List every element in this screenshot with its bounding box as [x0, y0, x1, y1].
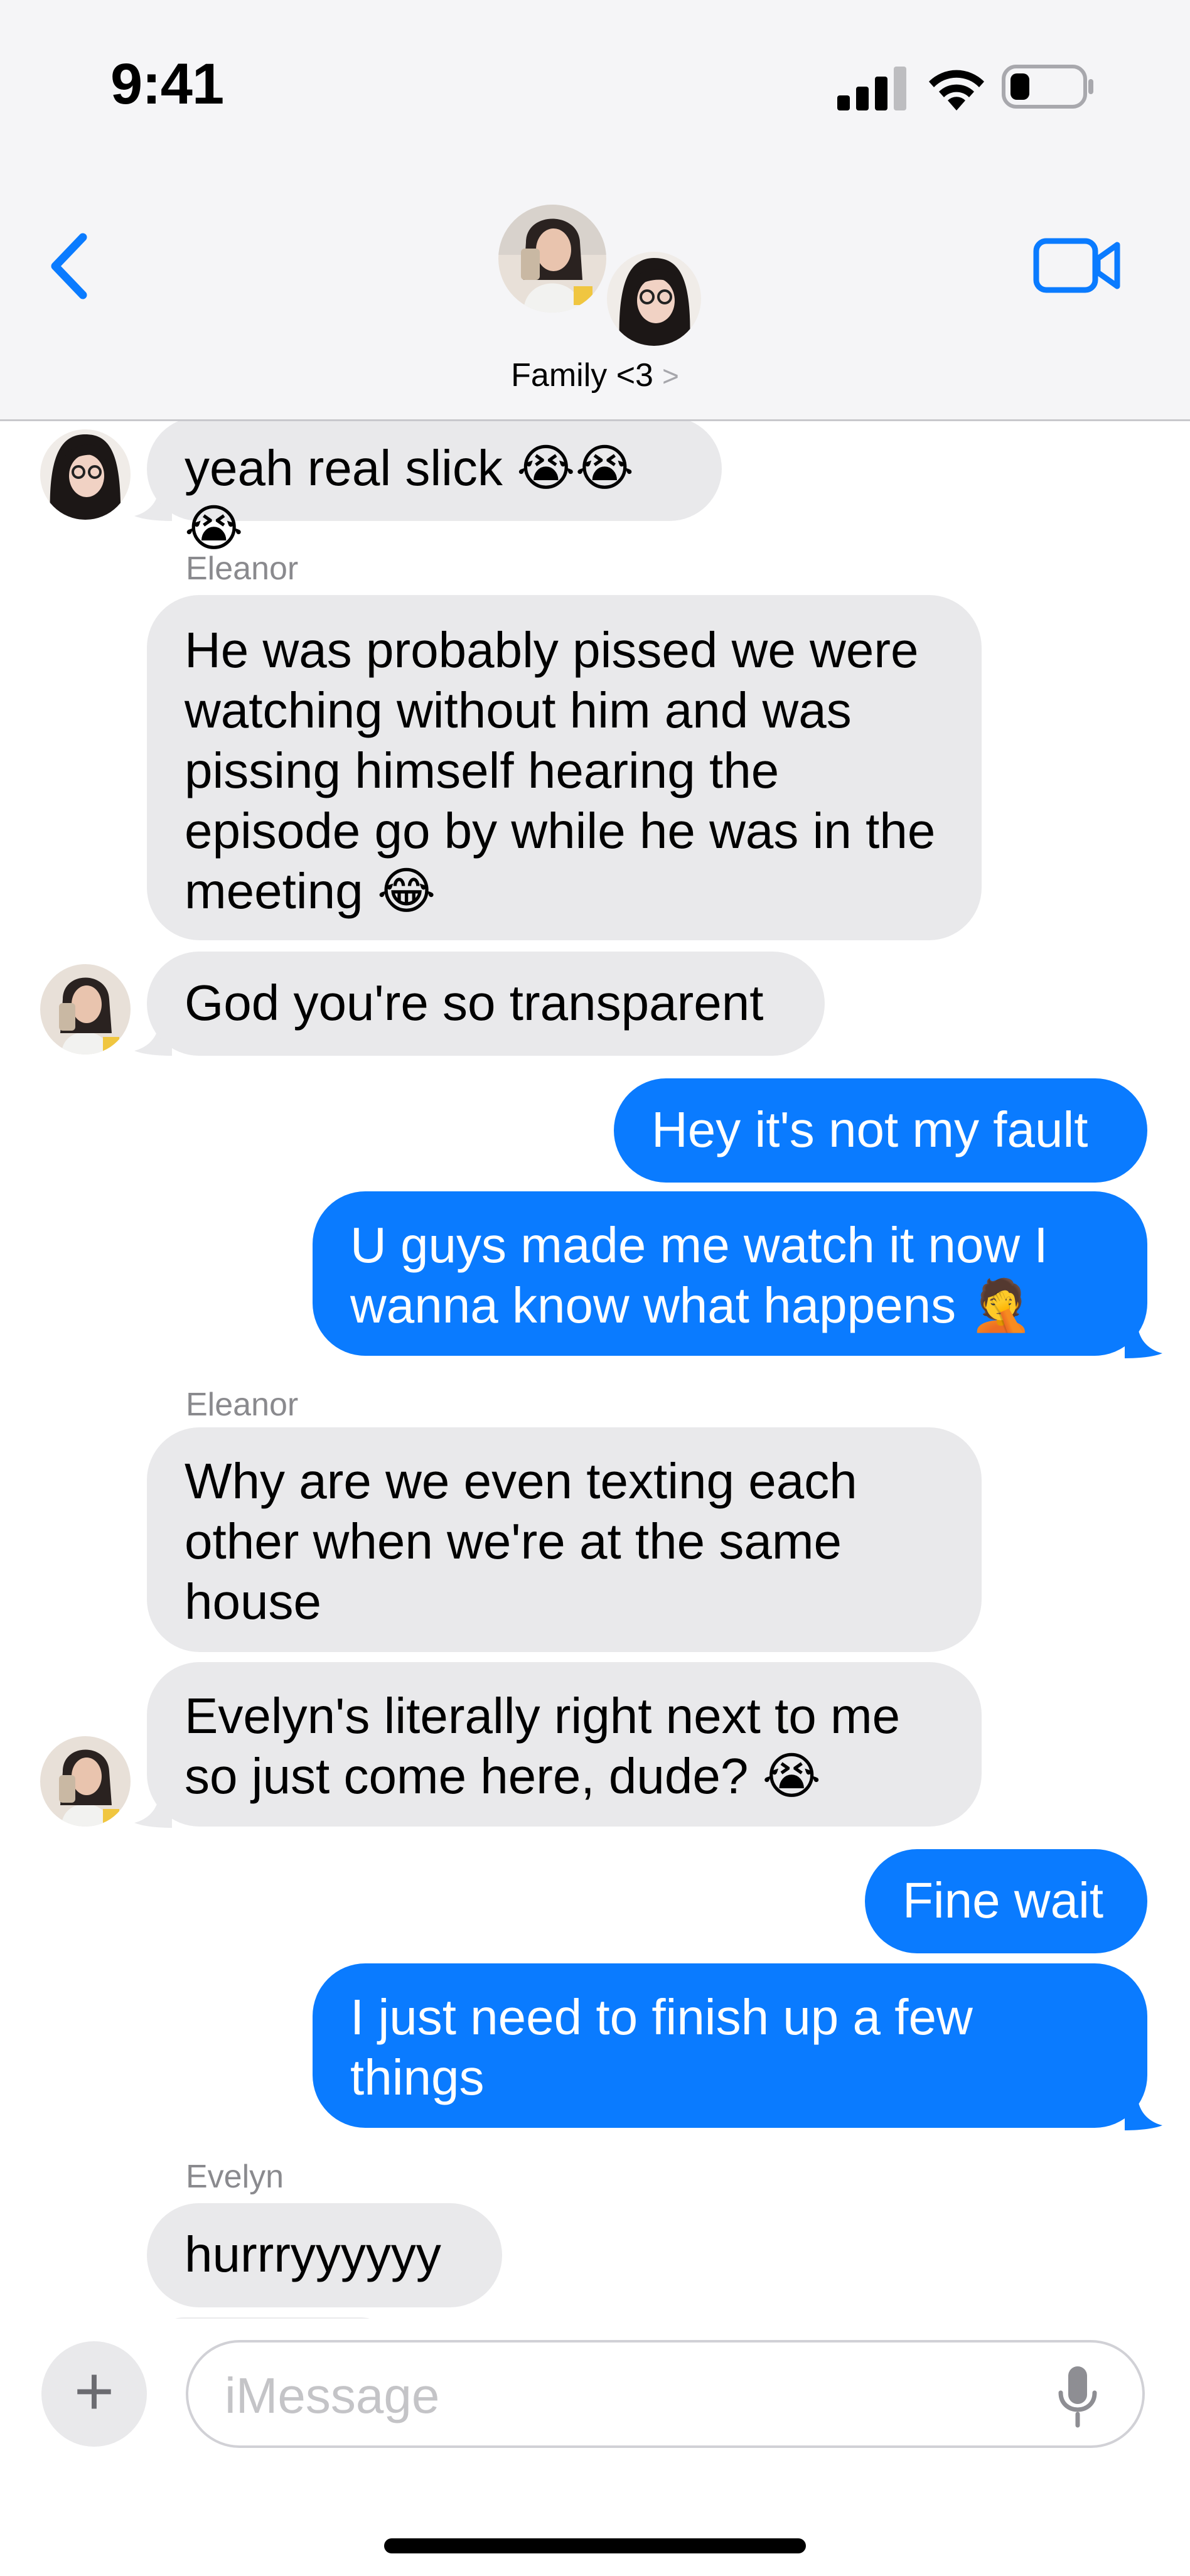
bubble-tail — [1125, 2093, 1162, 2130]
chevron-right-icon: > — [662, 360, 679, 392]
message-bubble[interactable]: hurrryyyyyy — [147, 2203, 502, 2307]
message-bubble[interactable]: He was probably pissed we were watching … — [147, 595, 982, 940]
add-attachment-button[interactable]: + — [41, 2341, 147, 2447]
message-text: Fine wait — [903, 1872, 1104, 1928]
status-time: 9:41 — [110, 52, 224, 116]
message-bubble[interactable]: Hey it's not my fault — [614, 1078, 1147, 1183]
message-text: hurrryyyyyy — [185, 2226, 441, 2282]
message-text: Why are we even texting each other when … — [185, 1453, 857, 1629]
group-name-button[interactable]: Family <3 > — [0, 357, 1190, 394]
message-bubble[interactable]: God you're so transparent — [147, 952, 825, 1056]
message-text: God you're so transparent — [185, 975, 764, 1031]
message-text: yeah real slick 😭😭😭 — [185, 440, 635, 556]
sender-name: Evelyn — [186, 2159, 284, 2195]
microphone-icon[interactable] — [1056, 2365, 1100, 2428]
bubble-tail — [1125, 1321, 1162, 1358]
group-avatar-photo[interactable] — [498, 205, 606, 313]
message-text: U guys made me watch it now I wanna know… — [350, 1217, 1048, 1333]
message-text: He was probably pissed we were watching … — [185, 622, 936, 919]
message-text: I just need to finish up a few things — [350, 1989, 973, 2105]
bubble-tail — [134, 1790, 172, 1828]
message-text: Evelyn's literally right next to me so j… — [185, 1688, 901, 1804]
message-bubble[interactable]: U guys made me watch it now I wanna know… — [313, 1191, 1147, 1356]
message-bubble[interactable]: yeah real slick 😭😭😭 — [147, 417, 722, 556]
group-avatar-photo[interactable] — [604, 249, 704, 349]
sender-name: Eleanor — [186, 550, 299, 587]
message-field[interactable] — [186, 2340, 1145, 2448]
video-call-icon[interactable] — [1033, 236, 1122, 295]
message-input[interactable] — [223, 2364, 1042, 2428]
home-indicator[interactable] — [384, 2538, 806, 2553]
group-name: Family <3 — [511, 357, 653, 394]
sender-avatar[interactable] — [40, 1736, 131, 1827]
message-text: Hey it's not my fault — [651, 1102, 1088, 1157]
sender-name: Eleanor — [186, 1387, 299, 1423]
plus-icon: + — [73, 2353, 115, 2430]
battery-icon — [1002, 65, 1093, 109]
sender-avatar[interactable] — [40, 964, 131, 1055]
composer-bar: + — [0, 2319, 1190, 2576]
wifi-icon — [929, 70, 984, 110]
sender-avatar[interactable] — [40, 429, 131, 520]
message-bubble[interactable]: Fine wait — [865, 1849, 1147, 1953]
cellular-signal-icon — [837, 67, 906, 110]
conversation-header: 9:41 Family <3 > — [0, 0, 1190, 421]
message-bubble[interactable]: Why are we even texting each other when … — [147, 1427, 982, 1652]
message-bubble[interactable]: I just need to finish up a few things — [313, 1963, 1147, 2128]
back-chevron-icon[interactable] — [44, 228, 100, 304]
message-bubble[interactable]: Evelyn's literally right next to me so j… — [147, 1662, 982, 1827]
